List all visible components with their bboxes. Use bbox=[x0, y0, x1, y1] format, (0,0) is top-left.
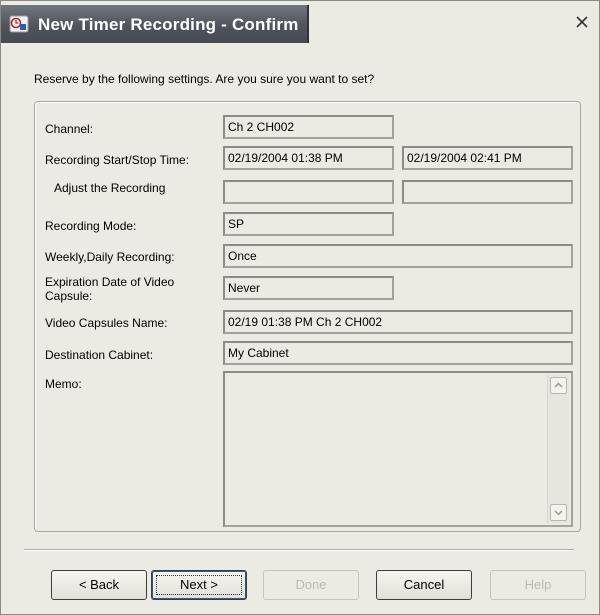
channel-field: Ch 2 CH002 bbox=[223, 115, 394, 139]
scroll-down-arrow-icon bbox=[554, 510, 563, 516]
memo-textarea[interactable] bbox=[223, 371, 573, 527]
capsule-name-field: 02/19 01:38 PM Ch 2 CH002 bbox=[223, 310, 573, 334]
start-stop-label: Recording Start/Stop Time: bbox=[45, 153, 190, 167]
adjust-stop-field bbox=[402, 180, 573, 204]
back-button[interactable]: < Back bbox=[51, 570, 147, 600]
channel-label: Channel: bbox=[45, 122, 94, 136]
scroll-up-arrow-icon bbox=[554, 382, 563, 388]
separator-line bbox=[24, 549, 574, 551]
expiration-label-line1: Expiration Date of Video bbox=[45, 275, 175, 289]
done-button[interactable]: Done bbox=[263, 570, 359, 600]
start-time-field: 02/19/2004 01:38 PM bbox=[223, 146, 394, 170]
adjust-start-field bbox=[223, 180, 394, 204]
destination-cabinet-label: Destination Cabinet: bbox=[45, 348, 154, 362]
memo-label: Memo: bbox=[45, 377, 82, 391]
close-icon[interactable] bbox=[573, 13, 591, 31]
help-button[interactable]: Help bbox=[490, 570, 586, 600]
window-title: New Timer Recording - Confirm bbox=[38, 15, 299, 34]
destination-cabinet-field: My Cabinet bbox=[223, 341, 573, 365]
adjust-label: Adjust the Recording bbox=[54, 181, 166, 195]
recording-mode-field: SP bbox=[223, 212, 394, 236]
memo-scrollbar[interactable] bbox=[547, 375, 569, 523]
weekly-daily-label: Weekly,Daily Recording: bbox=[45, 250, 175, 264]
scroll-down-button[interactable] bbox=[550, 504, 567, 521]
scroll-up-button[interactable] bbox=[550, 377, 567, 394]
title-tab: New Timer Recording - Confirm bbox=[1, 5, 309, 43]
next-button[interactable]: Next > bbox=[151, 570, 247, 600]
cancel-button[interactable]: Cancel bbox=[376, 570, 472, 600]
title-bar: New Timer Recording - Confirm bbox=[1, 1, 599, 46]
dialog-window: New Timer Recording - Confirm Reserve by… bbox=[0, 0, 600, 615]
capsule-name-label: Video Capsules Name: bbox=[45, 316, 168, 330]
app-icon bbox=[9, 15, 29, 33]
expiration-label-line2: Capsule: bbox=[45, 289, 93, 303]
stop-time-field: 02/19/2004 02:41 PM bbox=[402, 146, 573, 170]
expiration-field: Never bbox=[223, 276, 394, 300]
recording-mode-label: Recording Mode: bbox=[45, 219, 137, 233]
focus-ring bbox=[156, 575, 242, 595]
instruction-text: Reserve by the following settings. Are y… bbox=[34, 72, 375, 86]
weekly-daily-field: Once bbox=[223, 244, 573, 268]
